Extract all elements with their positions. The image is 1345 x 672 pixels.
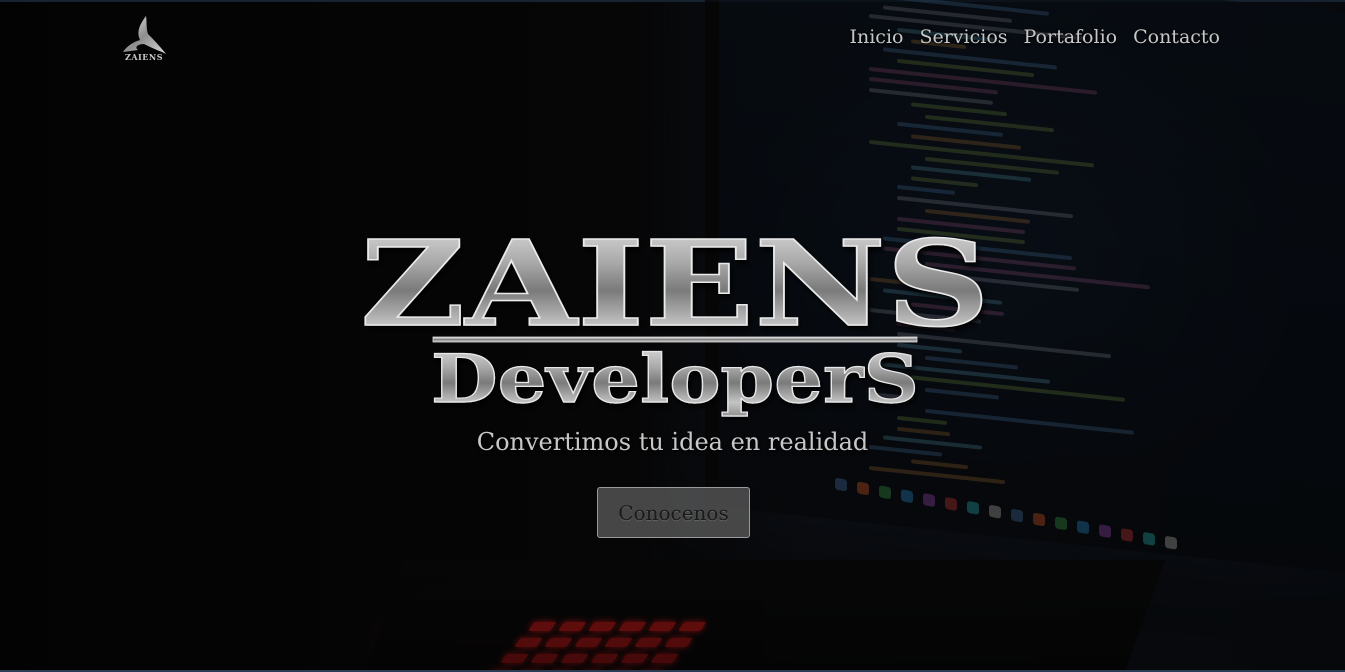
logo-text: ZAIENS: [125, 52, 163, 62]
brand-wordmark: ZAIENS DeveloperS: [359, 220, 991, 419]
conocenos-button[interactable]: Conocenos: [597, 487, 750, 538]
hero-section: ZAIENS Inicio Servicios Portafolio Conta…: [0, 0, 1345, 672]
nav-link-inicio[interactable]: Inicio: [849, 26, 903, 48]
nav-link-portafolio[interactable]: Portafolio: [1024, 26, 1118, 48]
brand-subtitle: DeveloperS: [431, 340, 919, 418]
nav-link-servicios[interactable]: Servicios: [919, 26, 1007, 48]
hero-tagline: Convertimos tu idea en realidad: [476, 428, 869, 456]
nav-link-contacto[interactable]: Contacto: [1133, 26, 1220, 48]
brand-title: ZAIENS: [360, 220, 990, 353]
main-nav: Inicio Servicios Portafolio Contacto: [849, 26, 1220, 48]
